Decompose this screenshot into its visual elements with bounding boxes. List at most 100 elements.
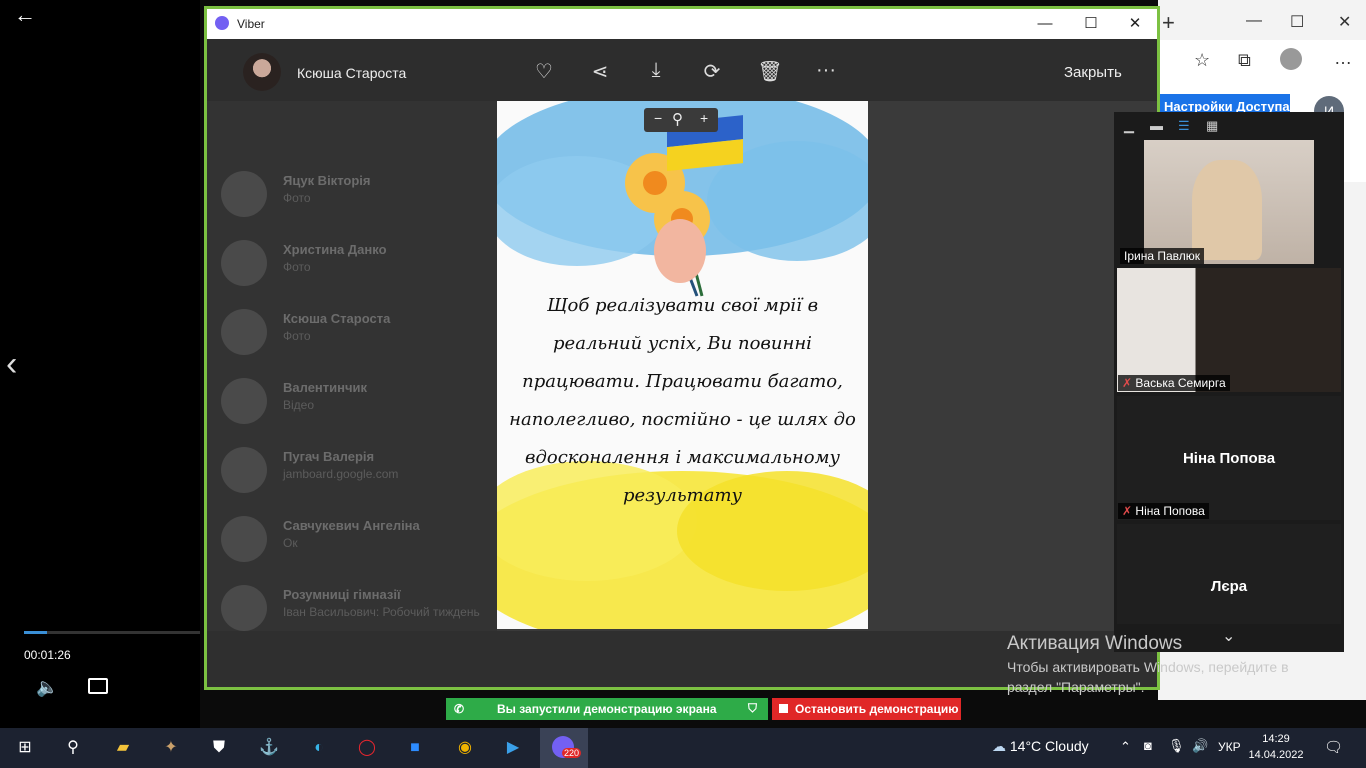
- avatar: [221, 240, 267, 286]
- more-icon[interactable]: ···: [813, 59, 839, 82]
- language-indicator[interactable]: УКР: [1218, 740, 1241, 754]
- zoom-icon[interactable]: ⚲: [672, 110, 683, 128]
- participant-name: Ніна Попова: [1135, 504, 1205, 518]
- notifications-icon[interactable]: 🗨: [1324, 738, 1343, 756]
- minimize-icon[interactable]: ▁: [1124, 118, 1134, 134]
- volume-icon[interactable]: 🔈: [36, 677, 58, 698]
- chevron-left-icon[interactable]: ‹: [6, 345, 17, 384]
- windows-start-icon[interactable]: ⊞: [12, 736, 38, 760]
- title-bar: Viber — ☐ ✕: [207, 9, 1157, 39]
- share-status-label: Вы запустили демонстрацию экрана: [497, 702, 717, 716]
- chat-preview: Фото: [283, 260, 311, 274]
- participant-tile[interactable]: [1117, 268, 1341, 392]
- opera-icon[interactable]: ◯: [354, 736, 380, 760]
- viewer-toolbar: Ксюша Староста ♡ ⋖ ⤓ ⟳ 🗑 ··· Закрыть: [207, 39, 1157, 101]
- file-explorer-icon[interactable]: ▰: [110, 736, 136, 760]
- progress-bar[interactable]: [24, 631, 200, 634]
- collections-icon[interactable]: ⧉: [1238, 50, 1251, 71]
- edge-icon[interactable]: ◐: [306, 736, 332, 760]
- search-icon[interactable]: ⚲: [60, 736, 86, 760]
- chat-name: Пугач Валерія: [283, 449, 375, 464]
- viber-taskbar-button[interactable]: 220: [540, 728, 588, 768]
- activation-watermark-title: Активация Windows: [1007, 633, 1183, 654]
- clock-date[interactable]: 14.04.2022: [1244, 749, 1308, 761]
- rotate-icon[interactable]: ⟳: [699, 59, 725, 84]
- movies-app-icon[interactable]: ▶: [500, 736, 526, 760]
- browser-toolbar: ☆ ⧉ …: [1158, 40, 1366, 83]
- webcam-icon[interactable]: ◙: [1144, 738, 1152, 753]
- clock-time[interactable]: 14:29: [1256, 733, 1296, 745]
- image-preview: − ⚲ + Щоб реалізувати свої мрії в реальн…: [497, 101, 868, 629]
- chrome-icon[interactable]: ◉: [452, 736, 478, 760]
- world-of-warships-icon[interactable]: ⚓: [256, 736, 282, 760]
- share-status: ✆ Вы запустили демонстрацию экрана ⛉: [446, 698, 768, 720]
- poster-quote: Щоб реалізувати свої мрії в реальний усп…: [509, 295, 856, 506]
- chat-list: Яцук Вікторія Фото Христина Данко Фото К…: [207, 101, 497, 631]
- strip-view-icon[interactable]: ☰: [1178, 118, 1190, 134]
- gallery-view-icon[interactable]: ▦: [1206, 118, 1218, 134]
- heart-icon[interactable]: ♡: [531, 59, 557, 84]
- zoom-control: − ⚲ +: [644, 108, 718, 132]
- weather-text: 14°C Cloudy: [1009, 738, 1089, 754]
- profile-icon[interactable]: [1280, 48, 1302, 70]
- taskbar: ⊞ ⚲ ▰ ✦ ⛊ ⚓ ◐ ◯ ■ ◉ ▶ 220 ☁ 14°C Cloudy …: [0, 728, 1366, 768]
- shield-icon: ⛉: [748, 701, 758, 715]
- chat-preview: Фото: [283, 329, 311, 343]
- new-tab-icon[interactable]: +: [1162, 10, 1175, 36]
- maximize-icon[interactable]: ☐: [1071, 13, 1111, 35]
- share-icon[interactable]: ⋖: [587, 59, 613, 84]
- participant-tile[interactable]: Лєра: [1117, 524, 1341, 624]
- viber-logo-icon: [215, 16, 229, 30]
- list-item[interactable]: Розумниці гімназії Іван Васильович: Робо…: [221, 577, 491, 637]
- minimize-icon[interactable]: —: [1025, 13, 1065, 35]
- chevron-up-icon[interactable]: ⌃: [1120, 739, 1131, 755]
- volume-icon[interactable]: 🔊: [1192, 738, 1208, 754]
- chat-name: Яцук Вікторія: [283, 173, 371, 188]
- chat-preview: Фото: [283, 191, 311, 205]
- subtitles-icon[interactable]: [88, 678, 108, 694]
- zoom-out-icon[interactable]: −: [654, 110, 662, 126]
- stop-sharing-button[interactable]: Остановить демонстрацию: [772, 698, 961, 720]
- speaker-view-icon[interactable]: ▬: [1150, 118, 1163, 133]
- world-of-tanks-icon[interactable]: ⛊: [206, 736, 232, 760]
- participant-tile[interactable]: [1144, 140, 1314, 264]
- chat-name: Розумниці гімназії: [283, 587, 401, 602]
- close-icon[interactable]: ✕: [1115, 13, 1155, 35]
- microphone-icon[interactable]: 🎙: [1168, 738, 1185, 754]
- favorites-icon[interactable]: ☆: [1194, 50, 1210, 71]
- participant-tile[interactable]: Ніна Попова: [1117, 396, 1341, 520]
- screen-share-bar: ✆ Вы запустили демонстрацию экрана ⛉ Ост…: [446, 698, 961, 720]
- zoom-app-icon[interactable]: ■: [402, 736, 428, 760]
- list-item[interactable]: Ксюша Староста Фото: [221, 301, 491, 361]
- maximize-icon[interactable]: ☐: [1290, 12, 1304, 32]
- chat-name: Ксюша Староста: [283, 311, 391, 326]
- back-arrow-icon[interactable]: ←: [14, 4, 36, 26]
- close-icon[interactable]: ✕: [1338, 12, 1351, 32]
- list-item[interactable]: Пугач Валерія jamboard.google.com: [221, 439, 491, 499]
- list-item[interactable]: Савчукевич Ангеліна Ок: [221, 508, 491, 568]
- close-button[interactable]: Закрыть: [1064, 64, 1122, 81]
- avatar: [221, 171, 267, 217]
- participant-name: Лєра: [1210, 578, 1248, 595]
- window-title: Viber: [237, 17, 265, 31]
- weather-widget[interactable]: ☁ 14°C Cloudy: [992, 738, 1089, 755]
- phone-icon: ✆: [454, 702, 465, 716]
- participant-name: Ніна Попова: [1182, 450, 1276, 467]
- zoom-in-icon[interactable]: +: [700, 110, 708, 126]
- stop-icon: [779, 704, 788, 713]
- game-app-icon[interactable]: ✦: [158, 736, 184, 760]
- avatar: [221, 585, 267, 631]
- list-item[interactable]: Христина Данко Фото: [221, 232, 491, 292]
- chat-preview: jamboard.google.com: [283, 467, 399, 481]
- more-icon[interactable]: …: [1334, 48, 1352, 69]
- sender-name: Ксюша Староста: [297, 65, 407, 81]
- chevron-down-icon[interactable]: ⌄: [1222, 626, 1235, 646]
- trash-icon[interactable]: 🗑: [757, 59, 783, 84]
- call-toolbar: ▁ ▬ ☰ ▦: [1114, 112, 1344, 140]
- timecode: 00:01:26: [24, 648, 71, 662]
- download-icon[interactable]: ⤓: [643, 59, 669, 82]
- list-item[interactable]: Валентинчик Відео: [221, 370, 491, 430]
- minimize-icon[interactable]: —: [1246, 12, 1262, 30]
- cloud-icon: ☁: [992, 738, 1006, 754]
- list-item[interactable]: Яцук Вікторія Фото: [221, 163, 491, 223]
